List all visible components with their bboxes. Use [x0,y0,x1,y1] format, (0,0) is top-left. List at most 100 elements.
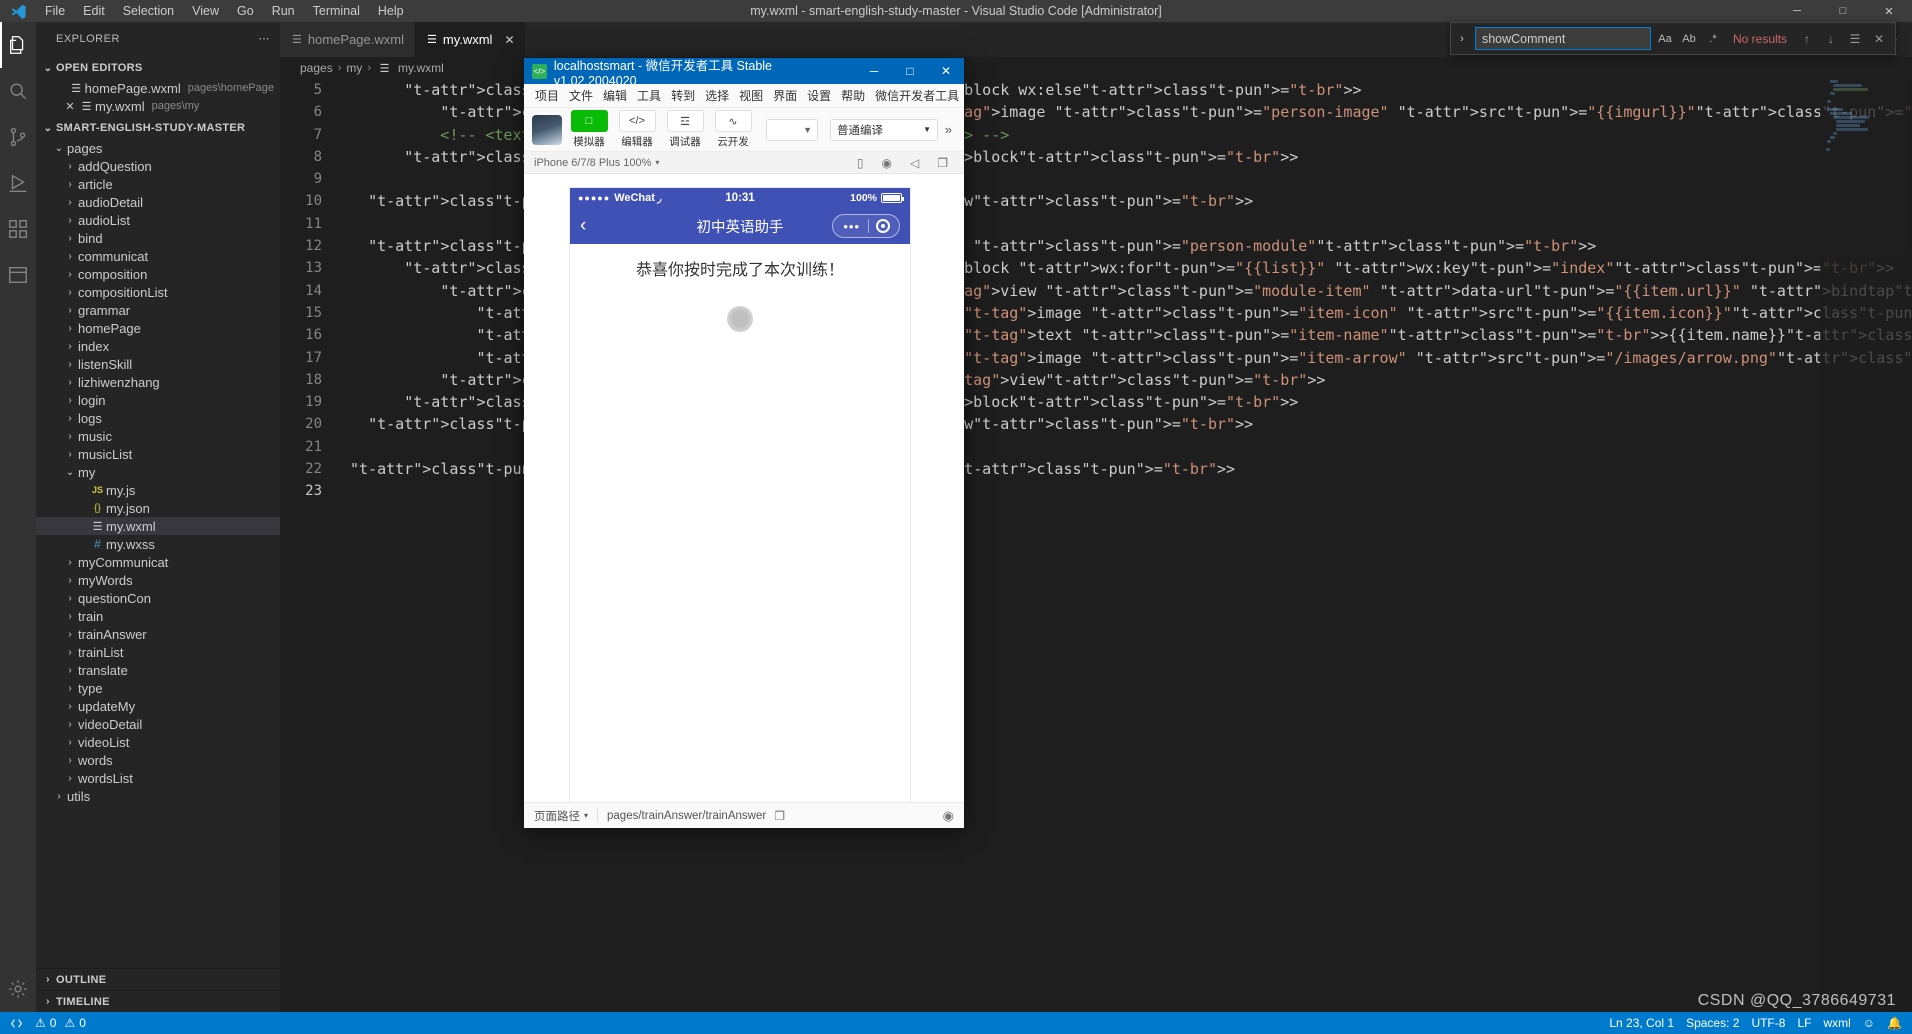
wechat-menu-视图[interactable]: 视图 [734,87,768,104]
tree-folder-login[interactable]: › login [36,391,280,409]
wechat-menu-转到[interactable]: 转到 [666,87,700,104]
code-text[interactable] [344,213,350,235]
wechat-maximize-button[interactable]: □ [892,58,928,84]
code-text[interactable] [344,480,350,502]
tree-folder-grammar[interactable]: › grammar [36,301,280,319]
tree-folder-myWords[interactable]: › myWords [36,571,280,589]
tree-folder-pages[interactable]: ⌄ pages [36,139,280,157]
tree-folder-addQuestion[interactable]: › addQuestion [36,157,280,175]
tab-homePage-wxml[interactable]: ☰ homePage.wxml [280,22,415,57]
tree-folder-lizhiwenzhang[interactable]: › lizhiwenzhang [36,373,280,391]
extensions-icon[interactable] [0,206,36,252]
tree-folder-communicat[interactable]: › communicat [36,247,280,265]
explorer-icon[interactable] [0,22,36,68]
device-selector[interactable]: iPhone 6/7/8 Plus 100% [534,157,651,169]
tree-folder-index[interactable]: › index [36,337,280,355]
next-match-icon[interactable]: ↓ [1821,29,1841,49]
tree-file-my.json[interactable]: {} my.json [36,499,280,517]
open-editor-my[interactable]: ✕ ☰ my.wxml pages\my [36,97,280,115]
encoding-status[interactable]: UTF-8 [1745,1012,1791,1034]
toggle-replace-icon[interactable]: › [1453,33,1471,45]
test-explorer-icon[interactable] [0,252,36,298]
close-find-icon[interactable]: ✕ [1869,29,1889,49]
copy-path-icon[interactable]: ❐ [774,809,785,823]
open-editor-homepage[interactable]: ☰ homePage.wxml pages\homePage [36,79,280,97]
chevron-down-icon[interactable]: ▾ [584,811,588,820]
tree-file-my.js[interactable]: JS my.js [36,481,280,499]
menu-view[interactable]: View [183,0,228,22]
section-project-root[interactable]: ⌄ SMART-ENGLISH-STUDY-MASTER [36,117,280,139]
tree-folder-trainList[interactable]: › trainList [36,643,280,661]
use-regex-icon[interactable]: .* [1703,29,1723,49]
sound-icon[interactable]: ◁ [910,156,919,170]
wechat-minimize-button[interactable]: ─ [856,58,892,84]
tree-folder-type[interactable]: › type [36,679,280,697]
previous-match-icon[interactable]: ↑ [1797,29,1817,49]
tree-folder-utils[interactable]: › utils [36,787,280,805]
match-whole-word-icon[interactable]: Ab [1679,29,1699,49]
tree-folder-music[interactable]: › music [36,427,280,445]
tree-folder-bind[interactable]: › bind [36,229,280,247]
language-mode-status[interactable]: wxml [1817,1012,1856,1034]
empty-select[interactable]: ▼ [766,118,818,141]
tree-file-my.wxml[interactable]: ☰ my.wxml [36,517,280,535]
section-open-editors[interactable]: ⌄ OPEN EDITORS [36,57,280,79]
tree-folder-article[interactable]: › article [36,175,280,193]
eol-status[interactable]: LF [1791,1012,1817,1034]
maximize-button[interactable]: □ [1820,0,1866,22]
close-miniprogram-icon[interactable] [876,219,890,233]
wechat-menu-界面[interactable]: 界面 [768,87,802,104]
minimize-button[interactable]: ─ [1774,0,1820,22]
wechat-menu-编辑[interactable]: 编辑 [598,87,632,104]
chevron-down-icon[interactable]: ▾ [655,158,659,167]
preview-eye-icon[interactable]: ◉ [943,808,954,824]
feedback-icon[interactable]: ☺ [1857,1012,1881,1034]
screenshot-icon[interactable]: ❐ [937,156,948,170]
editor-toggle[interactable]: </> 编辑器 [616,110,658,149]
menu-edit[interactable]: Edit [74,0,114,22]
close-editor-icon[interactable]: ✕ [62,100,78,113]
tree-folder-composition[interactable]: › composition [36,265,280,283]
code-text[interactable] [344,436,350,458]
record-icon[interactable]: ◉ [882,156,892,170]
menu-run[interactable]: Run [263,0,304,22]
wechat-menu-项目[interactable]: 项目 [530,87,564,104]
rotate-device-icon[interactable]: ▯ [857,156,864,170]
tree-folder-trainAnswer[interactable]: › trainAnswer [36,625,280,643]
breadcrumb-my[interactable]: my [346,61,362,75]
wechat-close-button[interactable]: ✕ [928,58,964,84]
menu-selection[interactable]: Selection [114,0,183,22]
search-icon[interactable] [0,68,36,114]
wechat-menu-帮助[interactable]: 帮助 [836,87,870,104]
section-outline[interactable]: › OUTLINE [36,968,280,990]
wechat-menu-微信开发者工具[interactable]: 微信开发者工具 [870,87,964,104]
tree-folder-logs[interactable]: › logs [36,409,280,427]
more-menu-icon[interactable]: ••• [835,220,868,233]
find-in-selection-icon[interactable]: ☰ [1845,29,1865,49]
tree-folder-compositionList[interactable]: › compositionList [36,283,280,301]
tree-folder-homePage[interactable]: › homePage [36,319,280,337]
compile-mode-select[interactable]: 普通编译 ▼ [830,118,938,141]
tree-folder-myCommunicat[interactable]: › myCommunicat [36,553,280,571]
project-avatar[interactable] [532,114,562,145]
explorer-more-icon[interactable]: ⋯ [259,22,271,57]
wechat-menu-文件[interactable]: 文件 [564,87,598,104]
editor-minimap[interactable] [1820,79,1912,1012]
close-button[interactable]: ✕ [1866,0,1912,22]
breadcrumb-file[interactable]: my.wxml [398,61,444,75]
menu-terminal[interactable]: Terminal [304,0,369,22]
tree-folder-updateMy[interactable]: › updateMy [36,697,280,715]
wechat-menu-选择[interactable]: 选择 [700,87,734,104]
tree-folder-train[interactable]: › train [36,607,280,625]
breadcrumb-pages[interactable]: pages [300,61,333,75]
tree-file-my.wxss[interactable]: # my.wxss [36,535,280,553]
tree-folder-translate[interactable]: › translate [36,661,280,679]
menu-help[interactable]: Help [369,0,413,22]
source-control-icon[interactable] [0,114,36,160]
section-timeline[interactable]: › TIMELINE [36,990,280,1012]
tree-folder-listenSkill[interactable]: › listenSkill [36,355,280,373]
notifications-bell-icon[interactable]: 🔔 [1881,1012,1908,1034]
wechat-menu-工具[interactable]: 工具 [632,87,666,104]
indentation-status[interactable]: Spaces: 2 [1680,1012,1745,1034]
manage-settings-icon[interactable] [0,966,36,1012]
